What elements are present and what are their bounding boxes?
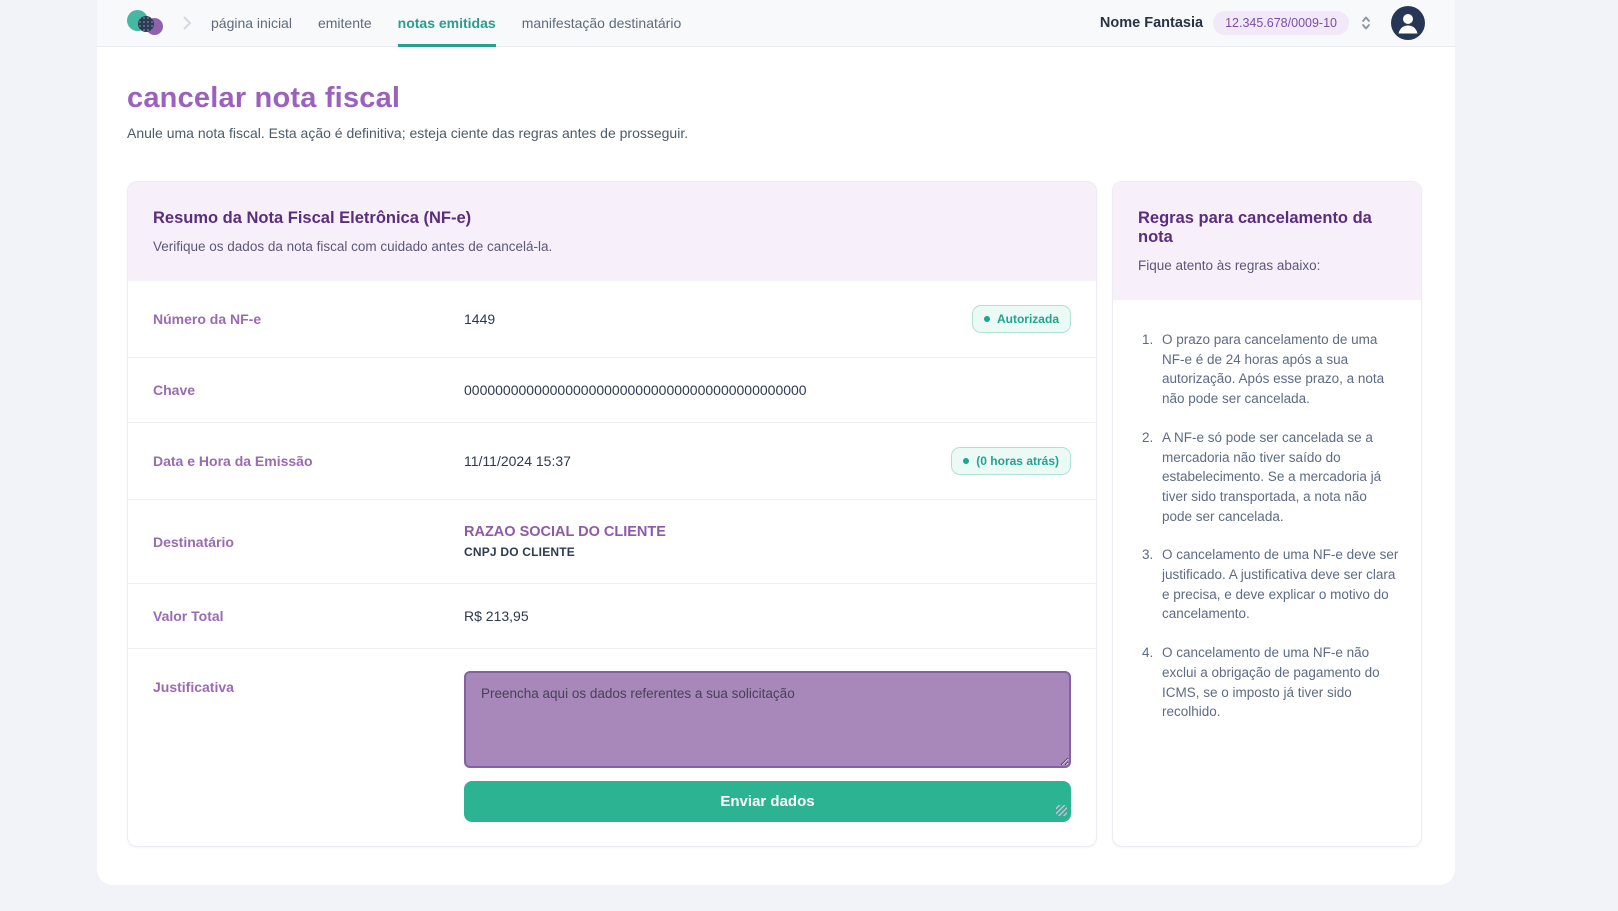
rule-item-1: O prazo para cancelamento de uma NF-e é … [1157,330,1399,409]
valor-label: Valor Total [153,608,464,624]
user-avatar[interactable] [1391,6,1425,40]
row-data-emissao: Data e Hora da Emissão 11/11/2024 15:37 … [128,423,1096,500]
rules-card-header: Regras para cancelamento da nota Fique a… [1113,182,1421,300]
enviar-dados-button[interactable]: Enviar dados [464,781,1071,822]
row-destinatario: Destinatário RAZAO SOCIAL DO CLIENTE CNP… [128,500,1096,584]
status-badge-autorizada: Autorizada [972,305,1071,333]
person-icon [1391,6,1425,40]
destinatario-label: Destinatário [153,534,464,550]
row-valor-total: Valor Total R$ 213,95 [128,584,1096,649]
rule-item-3: O cancelamento de uma NF-e deve ser just… [1157,545,1399,624]
company-name: Nome Fantasia [1100,15,1203,31]
status-dot-icon [963,458,969,464]
rules-card-subtitle: Fique atento às regras abaixo: [1138,258,1396,273]
nav-item-emitente[interactable]: emitente [318,0,372,47]
row-numero-nfe: Número da NF-e 1449 Autorizada [128,281,1096,358]
numero-value: 1449 [464,311,495,327]
row-chave: Chave 0000000000000000000000000000000000… [128,358,1096,423]
summary-card-header: Resumo da Nota Fiscal Eletrônica (NF-e) … [128,182,1096,281]
rules-card-title: Regras para cancelamento da nota [1138,209,1396,247]
nav-item-manifestacao-destinatario[interactable]: manifestação destinatário [522,0,682,47]
main-content: cancelar nota fiscal Anule uma nota fisc… [97,47,1455,847]
summary-card-subtitle: Verifique os dados da nota fiscal com cu… [153,239,1071,254]
emissao-label: Data e Hora da Emissão [153,453,464,469]
destinatario-value: RAZAO SOCIAL DO CLIENTE CNPJ DO CLIENTE [464,524,666,559]
emissao-value: 11/11/2024 15:37 [464,453,571,469]
logo-navy-dotted-circle [138,16,154,32]
justificativa-label: Justificativa [153,671,464,695]
rules-card: Regras para cancelamento da nota Fique a… [1112,181,1422,847]
page-subtitle: Anule uma nota fiscal. Esta ação é defin… [127,125,1425,141]
nfe-summary-card: Resumo da Nota Fiscal Eletrônica (NF-e) … [127,181,1097,847]
status-dot-icon [984,316,990,322]
row-justificativa: Justificativa Enviar dados [128,649,1096,846]
app-logo[interactable] [127,8,163,38]
nav-item-pagina-inicial[interactable]: página inicial [211,0,292,47]
company-switcher[interactable]: Nome Fantasia 12.345.678/0009-10 [1100,11,1373,35]
app-container: página inicial emitente notas emitidas m… [97,0,1455,885]
chave-label: Chave [153,382,464,398]
chave-value: 0000000000000000000000000000000000000000… [464,382,807,398]
summary-card-title: Resumo da Nota Fiscal Eletrônica (NF-e) [153,209,1071,228]
time-ago-badge-label: (0 horas atrás) [976,454,1059,468]
status-badge-label: Autorizada [997,312,1059,326]
chevron-up-down-icon [1359,15,1373,31]
destinatario-razao-social: RAZAO SOCIAL DO CLIENTE [464,524,666,540]
rule-item-4: O cancelamento de uma NF-e não exclui a … [1157,643,1399,722]
valor-value: R$ 213,95 [464,608,529,624]
justificativa-textarea[interactable] [464,671,1071,768]
rules-list: O prazo para cancelamento de uma NF-e é … [1113,330,1421,722]
rule-item-2: A NF-e só pode ser cancelada se a mercad… [1157,428,1399,527]
nav-item-notas-emitidas[interactable]: notas emitidas [398,0,496,47]
chevron-right-icon [179,15,195,31]
time-ago-badge: (0 horas atrás) [951,447,1071,475]
main-nav: página inicial emitente notas emitidas m… [211,0,681,47]
destinatario-cnpj: CNPJ DO CLIENTE [464,545,666,559]
page-title: cancelar nota fiscal [127,82,1425,115]
numero-label: Número da NF-e [153,311,464,327]
company-cnpj-badge: 12.345.678/0009-10 [1213,11,1349,35]
top-navbar: página inicial emitente notas emitidas m… [97,0,1455,47]
